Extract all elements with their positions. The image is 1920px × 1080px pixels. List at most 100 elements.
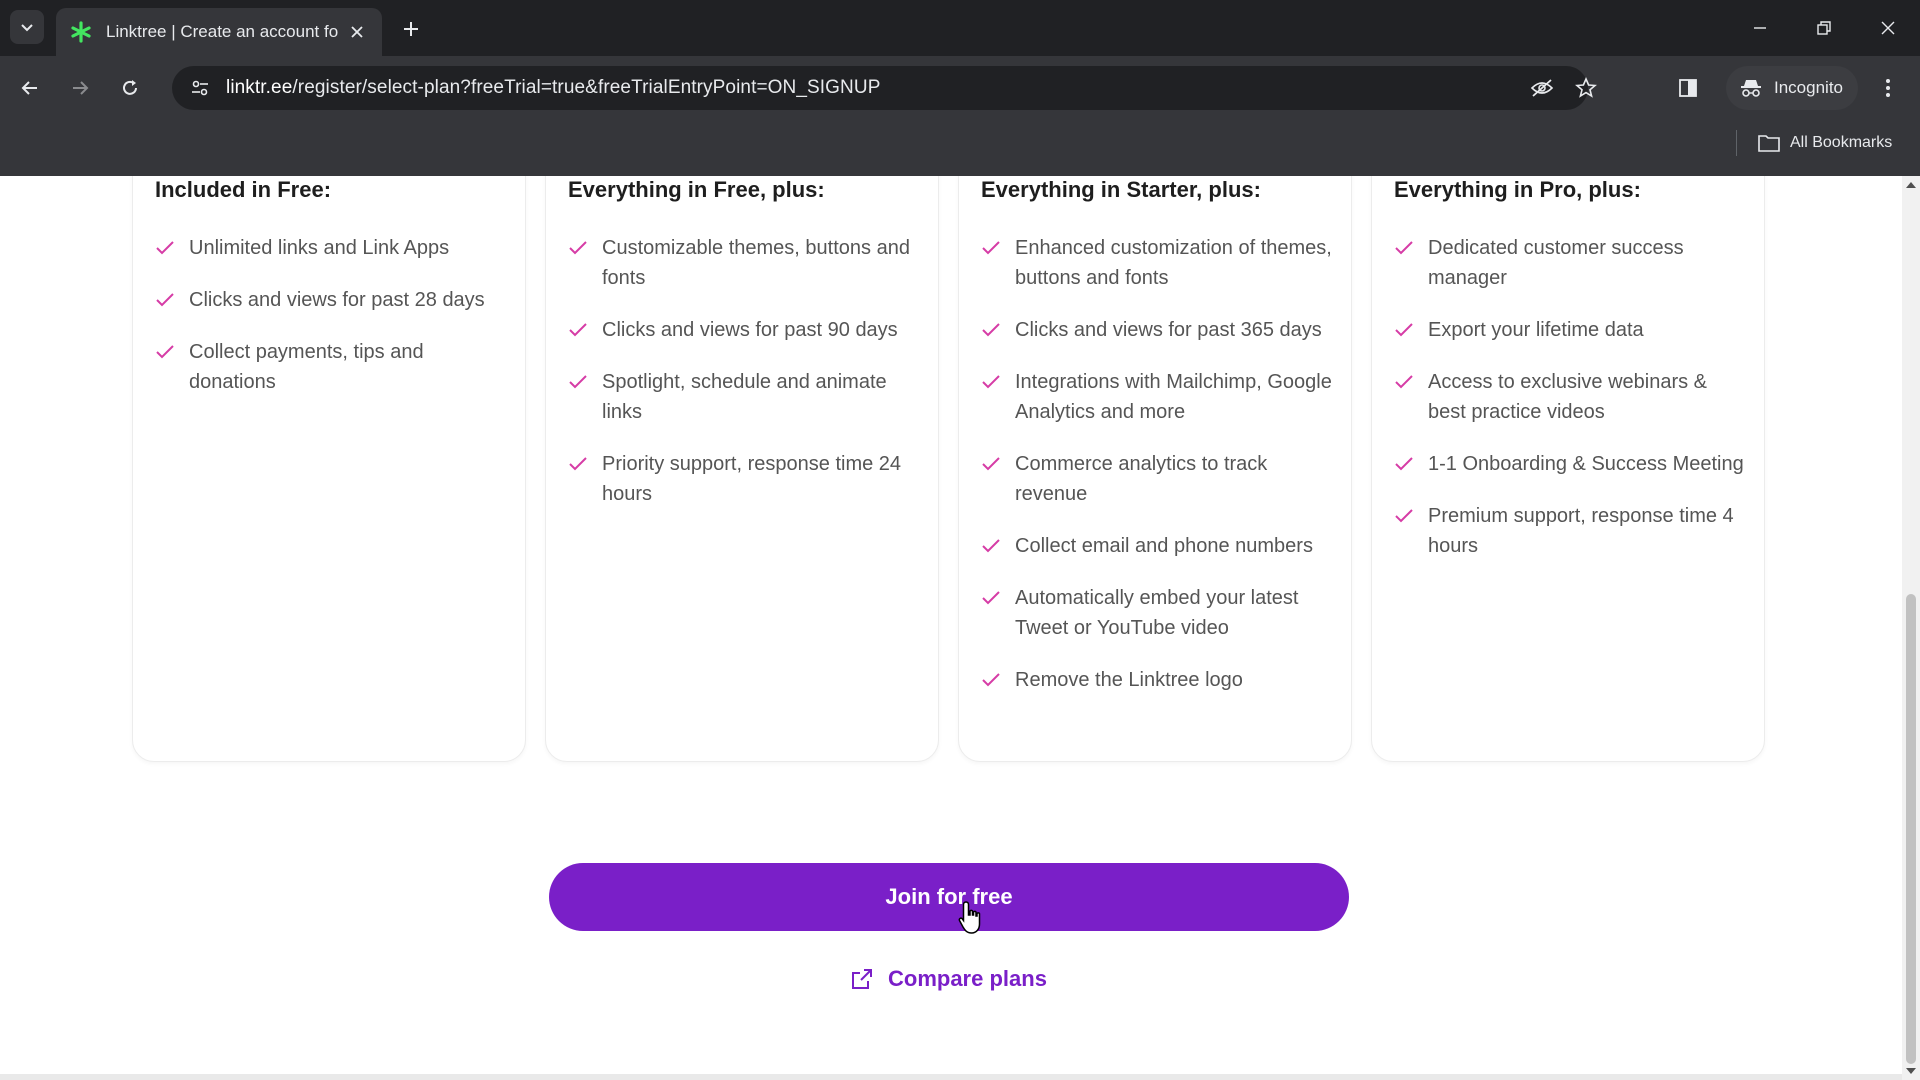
back-button[interactable] [12, 70, 48, 106]
feature-text: Clicks and views for past 28 days [189, 289, 485, 311]
check-icon [1394, 315, 1428, 345]
linktree-favicon-icon [70, 21, 92, 43]
feature-item: Integrations with Mailchimp, Google Anal… [981, 367, 1337, 427]
check-icon [568, 315, 602, 345]
feature-item: Access to exclusive webinars & best prac… [1394, 367, 1750, 427]
feature-item: Commerce analytics to track revenue [981, 449, 1337, 509]
folder-icon [1758, 134, 1780, 152]
check-icon [1394, 501, 1428, 531]
address-bar[interactable]: linktr.ee/register/select-plan?freeTrial… [172, 66, 1597, 110]
feature-text: 1-1 Onboarding & Success Meeting [1428, 453, 1744, 475]
url-domain: linktr.ee [226, 77, 293, 98]
check-icon [981, 583, 1015, 613]
browser-toolbar: linktr.ee/register/select-plan?freeTrial… [0, 56, 1920, 176]
plan-card-starter: Everything in Free, plus: Customizable t… [545, 176, 939, 762]
page-scrollbar[interactable] [1902, 176, 1920, 1080]
arrow-left-icon [21, 81, 37, 95]
url-path: /register/select-plan?freeTrial=true&fre… [292, 77, 881, 98]
incognito-indicator[interactable]: Incognito [1726, 66, 1858, 110]
feature-item: Remove the Linktree logo [981, 665, 1337, 695]
browser-tab-active[interactable]: Linktree | Create an account for [56, 8, 382, 56]
check-icon [1394, 233, 1428, 263]
feature-item: Spotlight, schedule and animate links [568, 367, 924, 427]
check-icon [155, 285, 189, 315]
feature-item: Collect payments, tips and donations [155, 337, 511, 397]
feature-text: Clicks and views for past 90 days [602, 319, 898, 341]
plan-card-premium: Everything in Pro, plus: Dedicated custo… [1371, 176, 1765, 762]
feature-item: Clicks and views for past 365 days [981, 315, 1337, 345]
arrow-right-icon [73, 81, 89, 95]
feature-text: Access to exclusive webinars & best prac… [1428, 371, 1708, 423]
side-panel-icon [1679, 79, 1697, 97]
check-icon [981, 315, 1015, 345]
reload-button[interactable] [112, 70, 148, 106]
feature-item: Clicks and views for past 90 days [568, 315, 924, 345]
tracking-protection-icon[interactable] [1526, 72, 1558, 104]
bookmark-star-icon[interactable] [1570, 72, 1602, 104]
check-icon [981, 233, 1015, 263]
feature-text: Premium support, response time 4 hours [1428, 505, 1734, 557]
check-icon [981, 449, 1015, 479]
scroll-down-icon[interactable] [1906, 1068, 1916, 1074]
feature-item: Premium support, response time 4 hours [1394, 501, 1750, 561]
plus-icon [404, 22, 418, 36]
minimize-button[interactable] [1728, 0, 1792, 56]
restore-icon [1817, 21, 1831, 35]
join-for-free-button[interactable]: Join for free [549, 863, 1349, 931]
check-icon [568, 367, 602, 397]
feature-item: Export your lifetime data [1394, 315, 1750, 345]
close-window-button[interactable] [1856, 0, 1920, 56]
feature-item: Enhanced customization of themes, button… [981, 233, 1337, 293]
compare-plans-label: Compare plans [888, 966, 1047, 991]
scroll-up-icon[interactable] [1906, 182, 1916, 188]
incognito-label: Incognito [1774, 78, 1843, 97]
feature-list: Unlimited links and Link Apps Clicks and… [155, 233, 511, 419]
feature-item: 1-1 Onboarding & Success Meeting [1394, 449, 1750, 479]
tab-title: Linktree | Create an account for [106, 22, 338, 41]
check-icon [1394, 367, 1428, 397]
plan-heading: Included in Free: [155, 177, 332, 202]
check-icon [981, 367, 1015, 397]
feature-text: Enhanced customization of themes, button… [1015, 237, 1332, 289]
feature-list: Dedicated customer success manager Expor… [1394, 233, 1750, 583]
side-panel-button[interactable] [1672, 72, 1704, 104]
feature-text: Unlimited links and Link Apps [189, 237, 450, 259]
feature-item: Priority support, response time 24 hours [568, 449, 924, 509]
restore-button[interactable] [1792, 0, 1856, 56]
feature-item: Dedicated customer success manager [1394, 233, 1750, 293]
all-bookmarks-label: All Bookmarks [1790, 134, 1893, 151]
check-icon [981, 531, 1015, 561]
forward-button[interactable] [62, 70, 98, 106]
check-icon [981, 665, 1015, 695]
close-icon [1881, 21, 1895, 35]
feature-item: Collect email and phone numbers [981, 531, 1337, 561]
plan-heading: Everything in Free, plus: [568, 177, 825, 202]
browser-menu-button[interactable] [1872, 72, 1904, 104]
minimize-icon [1754, 27, 1766, 29]
feature-list: Enhanced customization of themes, button… [981, 233, 1337, 717]
feature-item: Unlimited links and Link Apps [155, 233, 511, 263]
all-bookmarks-button[interactable]: All Bookmarks [1736, 128, 1892, 158]
compare-plans-link[interactable]: Compare plans [850, 962, 1047, 996]
check-icon [1394, 449, 1428, 479]
tab-search-button[interactable] [10, 10, 44, 44]
feature-item: Automatically embed your latest Tweet or… [981, 583, 1337, 643]
feature-text: Export your lifetime data [1428, 319, 1644, 341]
check-icon [155, 337, 189, 367]
reload-icon [123, 80, 137, 95]
hand-pointer-cursor-icon [958, 901, 981, 934]
feature-item: Customizable themes, buttons and fonts [568, 233, 924, 293]
page-bottom-edge [0, 1074, 1902, 1080]
feature-text: Integrations with Mailchimp, Google Anal… [1015, 371, 1332, 423]
close-tab-icon[interactable] [346, 21, 368, 43]
check-icon [568, 233, 602, 263]
plan-card-pro: Everything in Starter, plus: Enhanced cu… [958, 176, 1352, 762]
chevron-down-icon [21, 24, 33, 32]
new-tab-button[interactable] [396, 14, 426, 44]
scrollbar-thumb[interactable] [1906, 594, 1916, 1064]
browser-tabstrip: Linktree | Create an account for [0, 0, 1920, 56]
site-settings-icon[interactable] [186, 74, 214, 102]
plan-heading: Everything in Starter, plus: [981, 177, 1261, 202]
feature-item: Clicks and views for past 28 days [155, 285, 511, 315]
url-text: linktr.ee/register/select-plan?freeTrial… [226, 77, 880, 99]
